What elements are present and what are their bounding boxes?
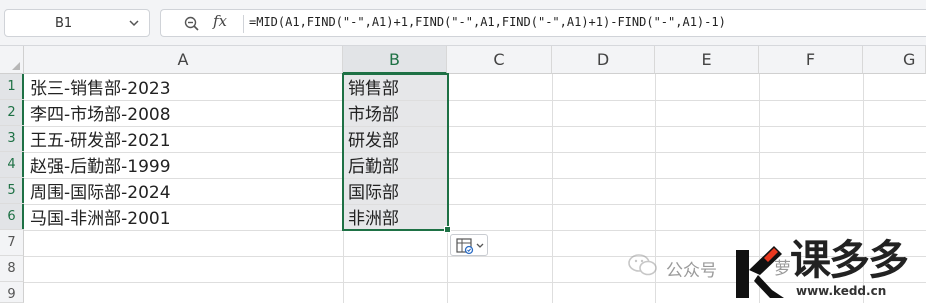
- function-icon[interactable]: fx: [213, 12, 227, 30]
- cell-a4[interactable]: 赵强-后勤部-1999: [30, 154, 171, 180]
- column-header-a[interactable]: A: [24, 46, 343, 74]
- row-header-9[interactable]: 9: [0, 282, 24, 303]
- column-header-e[interactable]: E: [655, 46, 759, 74]
- watermark-label: 公众号: [666, 261, 717, 281]
- row-header-7[interactable]: 7: [0, 230, 24, 256]
- column-header-g[interactable]: G: [863, 46, 926, 74]
- cell-a5[interactable]: 周围-国际部-2024: [30, 180, 171, 206]
- select-all-triangle-icon: [12, 62, 20, 70]
- cell-a1[interactable]: 张三-销售部-2023: [30, 76, 171, 102]
- row-header-6[interactable]: 6: [0, 204, 24, 230]
- cell-a3[interactable]: 王五-研发部-2021: [30, 128, 171, 154]
- row-header-5[interactable]: 5: [0, 178, 24, 204]
- brand-logo-icon: [736, 246, 784, 298]
- zoom-out-icon[interactable]: [183, 15, 201, 33]
- name-box[interactable]: B1: [4, 9, 150, 37]
- row-header-8[interactable]: 8: [0, 256, 24, 282]
- formula-bar: B1 fx =MID(A1,FIND("-",A1)+1,FIND("-",A1…: [0, 0, 926, 46]
- cell-a2[interactable]: 李四-市场部-2008: [30, 102, 171, 128]
- row-header-3[interactable]: 3: [0, 126, 24, 152]
- brand-url: www.kedd.cn: [796, 284, 887, 298]
- chevron-down-icon[interactable]: [125, 14, 143, 32]
- row-header-1[interactable]: 1: [0, 74, 24, 100]
- quick-options-button[interactable]: [450, 234, 488, 256]
- brand-name: 课多多: [790, 236, 909, 284]
- column-header-f[interactable]: F: [759, 46, 863, 74]
- formula-separator: [243, 15, 244, 33]
- column-header-b[interactable]: B: [343, 46, 447, 74]
- selection-border: [342, 73, 449, 231]
- cell-a6[interactable]: 马国-非洲部-2001: [30, 206, 171, 232]
- select-all-corner[interactable]: [0, 46, 24, 74]
- column-header-d[interactable]: D: [552, 46, 655, 74]
- fill-handle[interactable]: [444, 226, 451, 233]
- wechat-icon: [628, 254, 657, 276]
- row-header-2[interactable]: 2: [0, 100, 24, 126]
- paste-options-icon: [456, 238, 484, 255]
- column-header-c[interactable]: C: [447, 46, 552, 74]
- formula-input-box[interactable]: fx =MID(A1,FIND("-",A1)+1,FIND("-",A1,FI…: [160, 9, 926, 37]
- gridline: [552, 74, 553, 303]
- name-box-value: B1: [55, 16, 73, 31]
- formula-text[interactable]: =MID(A1,FIND("-",A1)+1,FIND("-",A1,FIND(…: [249, 15, 726, 29]
- row-header-4[interactable]: 4: [0, 152, 24, 178]
